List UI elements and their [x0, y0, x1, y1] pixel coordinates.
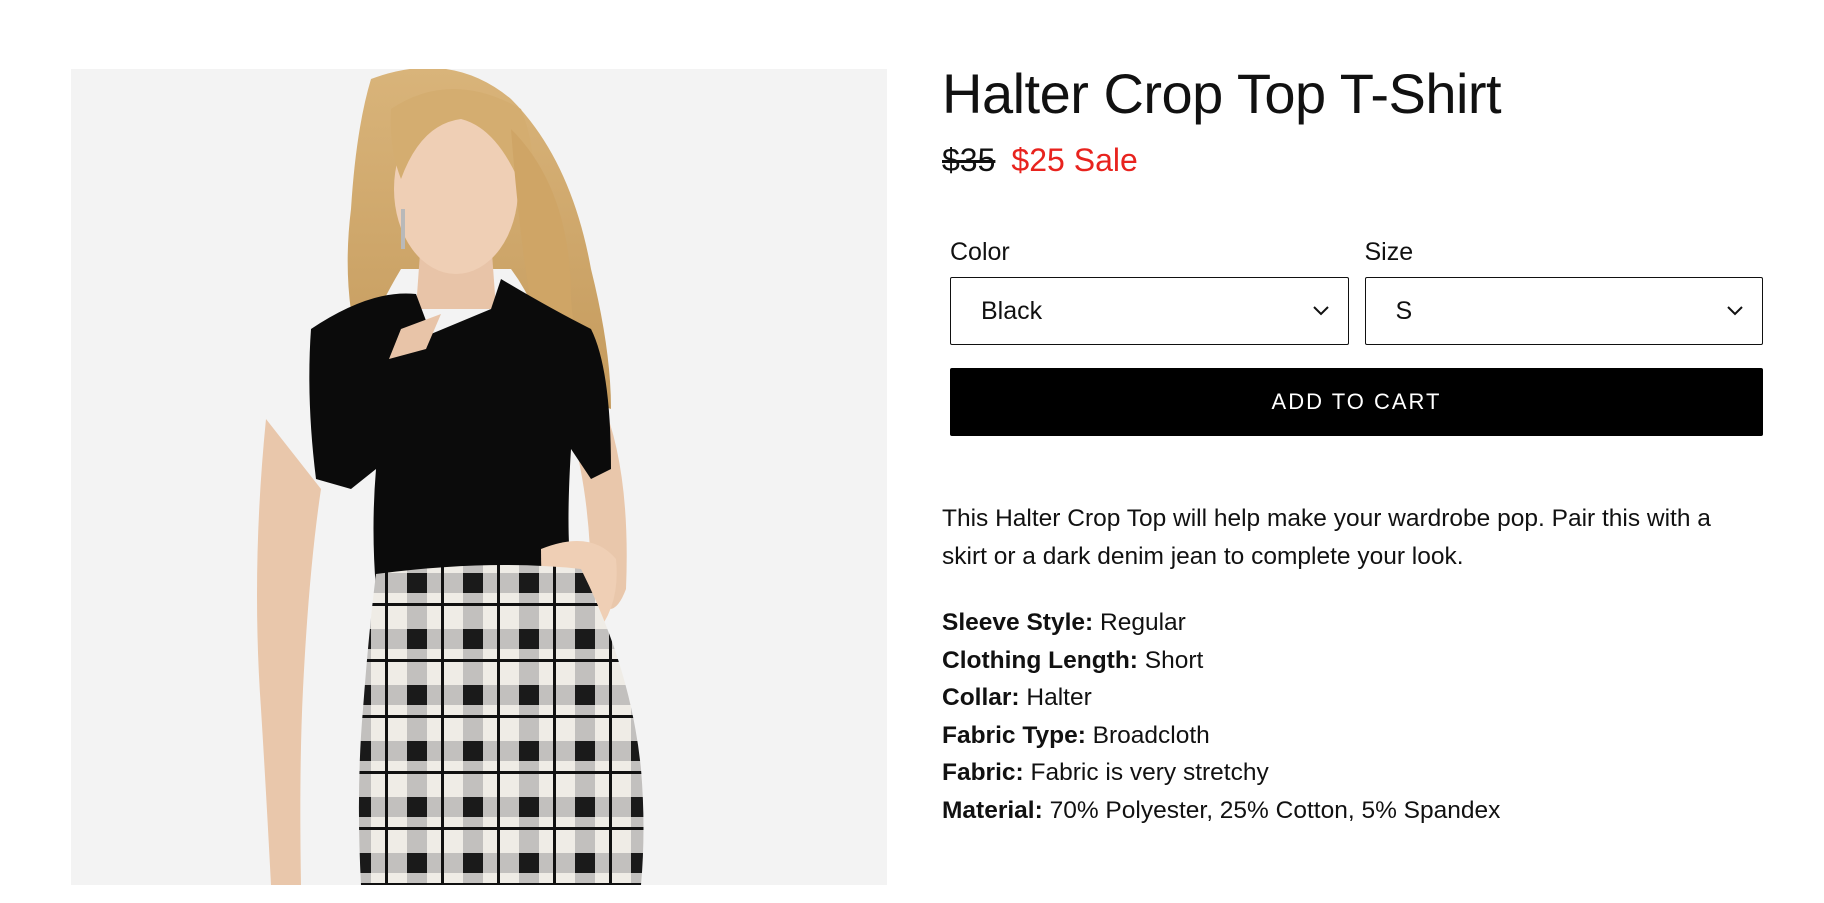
spec-row: Fabric Type: Broadcloth: [942, 717, 1752, 755]
size-select[interactable]: S: [1364, 277, 1763, 345]
spec-value: Short: [1144, 646, 1204, 674]
size-option: Size S: [1364, 238, 1763, 345]
product-photo[interactable]: [71, 69, 887, 885]
product-description: This Halter Crop Top will help make your…: [942, 505, 1711, 570]
chevron-down-icon: [1312, 306, 1329, 316]
sale-label: Sale: [1073, 141, 1138, 178]
spec-row: Material: 70% Polyester, 25% Cotton, 5% …: [942, 792, 1752, 830]
color-option: Color Black: [950, 238, 1349, 345]
original-price: $35: [942, 141, 996, 178]
spec-row: Fabric: Fabric is very stretchy: [942, 754, 1752, 792]
spec-value: Halter: [1026, 684, 1092, 711]
spec-key: Fabric:: [942, 759, 1024, 786]
color-label: Color: [950, 238, 1010, 266]
spec-value: Regular: [1100, 609, 1186, 636]
spec-row: Sleeve Style: Regular: [942, 604, 1752, 642]
product-info: Halter Crop Top T-Shirt $35 $25 Sale Col…: [942, 60, 1763, 824]
chevron-down-icon: [1727, 306, 1743, 316]
product-page: Halter Crop Top T-Shirt $35 $25 Sale Col…: [0, 0, 1824, 903]
color-select[interactable]: Black: [950, 277, 1349, 345]
spec-key: Collar:: [942, 684, 1020, 711]
size-select-value: S: [1395, 296, 1413, 325]
spec-key: Clothing Length:: [942, 646, 1138, 674]
size-label: Size: [1364, 238, 1414, 266]
spec-row: Collar: Halter: [942, 679, 1752, 717]
spec-row: Clothing Length: Short: [942, 642, 1752, 680]
spec-key: Material:: [942, 796, 1043, 824]
spec-value: Fabric is very stretchy: [1030, 759, 1269, 786]
spec-value: Broadcloth: [1092, 721, 1210, 749]
spec-key: Sleeve Style:: [942, 609, 1094, 636]
sale-price: $25: [1011, 141, 1065, 178]
model-illustration: [71, 69, 887, 885]
add-to-cart-button[interactable]: ADD TO CART: [950, 368, 1763, 436]
variant-options: Color Black Size S: [950, 238, 1763, 345]
spec-value: 70% Polyester, 25% Cotton, 5% Spandex: [1049, 796, 1501, 824]
product-specs: Sleeve Style: Regular Clothing Length: S…: [942, 604, 1752, 829]
product-title: Halter Crop Top T-Shirt: [942, 62, 1502, 125]
color-select-value: Black: [981, 296, 1043, 325]
spec-key: Fabric Type:: [942, 721, 1086, 749]
price-row: $35 $25 Sale: [942, 136, 1762, 184]
